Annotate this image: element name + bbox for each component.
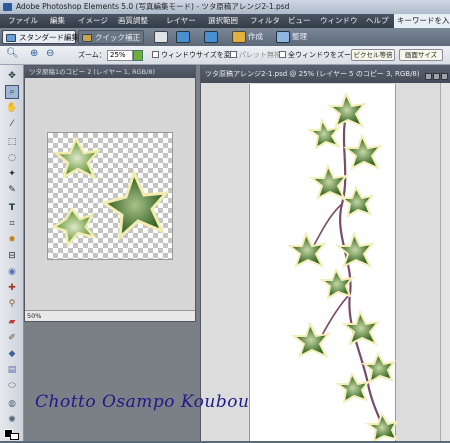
resize-windows-checkbox[interactable] (152, 51, 159, 58)
menu-filter[interactable]: フィルタ (242, 14, 280, 28)
mode-bar: スタンダード編集 クイック補正 作成 整理 (0, 28, 450, 46)
menu-help[interactable]: ヘルプ (358, 14, 389, 28)
vine-branch (311, 203, 351, 340)
menu-window[interactable]: ウィンドウ (312, 14, 358, 28)
document-left-tab[interactable]: ツタ原稿1のコピー 2 (レイヤー 1, RGB/8) (25, 66, 195, 78)
move-tool-icon[interactable]: ✥ (5, 69, 19, 83)
fit-screen-button[interactable]: 画面サイズ (399, 49, 443, 61)
menu-image[interactable]: イメージ (70, 14, 108, 28)
zoom-out-icon[interactable]: ⊖ (46, 48, 54, 59)
standard-edit-tab[interactable]: スタンダード編集 (2, 30, 79, 44)
zoom-tool-icon[interactable]: 🔍︎ (6, 48, 19, 59)
close-icon[interactable] (441, 73, 448, 80)
toolbox: ✥ ⌕ ✋ ⁄ ⬚ ◌ ✦ ✎ T ⌗ ✸ ⊟ ◉ ✚ ⚲ ▰ ✐ ◆ ▤ ⬭ … (0, 65, 24, 441)
ignore-palettes-checkbox[interactable] (230, 51, 237, 58)
ivy-vine-artwork (287, 91, 398, 443)
brush-icon[interactable]: ✐ (5, 331, 19, 345)
zoom-slider-arrow-icon[interactable] (133, 50, 143, 61)
keyword-search-box[interactable]: キーワードを入力 (394, 14, 450, 28)
menu-edit[interactable]: 編集 (42, 14, 65, 28)
document-window-right[interactable]: ツタ原稿アレンジ2-1.psd @ 25% (レイヤー 5 のコピー 3, RG… (200, 65, 450, 443)
zoom-in-icon[interactable]: ⊕ (30, 48, 38, 59)
window-title: Adobe Photoshop Elements 5.0 (写真編集モード) -… (16, 2, 290, 11)
document-right-tab[interactable]: ツタ原稿アレンジ2-1.psd @ 25% (レイヤー 5 のコピー 3, RG… (201, 65, 450, 83)
menu-bar: ファイル 編集 イメージ 画質調整 レイヤー 選択範囲 フィルタ ビュー ウィン… (0, 14, 450, 28)
paint-bucket-icon[interactable]: ◆ (5, 347, 19, 361)
create-icon[interactable] (232, 31, 246, 43)
standard-edit-label: スタンダード編集 (19, 33, 79, 42)
background-color-swatch[interactable] (10, 433, 19, 440)
ivy-leaf-top (52, 136, 102, 180)
red-eye-icon[interactable]: ◉ (5, 265, 19, 279)
eyedropper-icon[interactable]: ⁄ (5, 117, 19, 131)
share-icon[interactable] (176, 31, 190, 43)
quick-fix-icon (82, 34, 92, 42)
type-tool-icon[interactable]: T (5, 201, 19, 215)
document-page[interactable] (249, 84, 398, 443)
organize-icon[interactable] (276, 31, 290, 43)
window-controls (424, 69, 448, 80)
sponge-icon[interactable]: ✺ (5, 413, 19, 427)
tool-options-bar: 🔍︎ ⊕ ⊖ ズーム： 25% ウィンドウサイズを変更 パレット無視 全ウィンド… (0, 46, 450, 65)
work-area: ツタ原稿1のコピー 2 (レイヤー 1, RGB/8) 50% ツタ原稿アレンジ… (24, 65, 450, 443)
vine-leaves (287, 91, 398, 443)
resize-windows-label: ウィンドウサイズを変更 (161, 51, 238, 59)
menu-layer[interactable]: レイヤー (158, 14, 196, 28)
zoom-all-label: 全ウィンドウをズーム (288, 51, 358, 59)
ivy-leaf-large (100, 168, 170, 241)
straighten-icon[interactable]: ⊟ (5, 249, 19, 263)
zoom-input[interactable]: 25% (107, 50, 133, 61)
vertical-scrollbar[interactable] (440, 83, 450, 441)
zoom-all-checkbox[interactable] (279, 51, 286, 58)
zoom-tool-selected-icon[interactable]: ⌕ (5, 85, 19, 99)
ignore-palettes-label: パレット無視 (239, 51, 281, 59)
app-icon (3, 3, 12, 11)
minimize-icon[interactable] (425, 73, 432, 80)
document-window-left[interactable]: ツタ原稿1のコピー 2 (レイヤー 1, RGB/8) 50% (24, 65, 196, 322)
hand-tool-icon[interactable]: ✋ (5, 101, 19, 115)
print-icon[interactable] (154, 31, 168, 43)
actual-pixels-button[interactable]: ピクセル等倍 (351, 49, 395, 61)
menu-select[interactable]: 選択範囲 (200, 14, 238, 28)
menu-view[interactable]: ビュー (280, 14, 311, 28)
gradient-icon[interactable]: ▤ (5, 363, 19, 377)
magic-wand-icon[interactable]: ✦ (5, 167, 19, 181)
crop-tool-icon[interactable]: ⌗ (5, 217, 19, 231)
zoom-label: ズーム： (78, 51, 106, 59)
document-left-status[interactable]: 50% (25, 310, 195, 321)
blur-tool-icon[interactable]: ◍ (5, 397, 19, 411)
quick-fix-label: クイック補正 (95, 33, 140, 42)
transparent-canvas[interactable] (47, 132, 173, 260)
selection-brush-icon[interactable]: ✎ (5, 183, 19, 197)
clone-stamp-icon[interactable]: ⚲ (5, 297, 19, 311)
menu-enhance[interactable]: 画質調整 (110, 14, 148, 28)
eraser-icon[interactable]: ▰ (5, 315, 19, 329)
cookie-cutter-icon[interactable]: ✸ (5, 233, 19, 247)
leaf-cutouts-image (51, 136, 170, 248)
healing-brush-icon[interactable]: ✚ (5, 281, 19, 295)
maximize-icon[interactable] (433, 73, 440, 80)
document-right-title: ツタ原稿アレンジ2-1.psd @ 25% (レイヤー 5 のコピー 3, RG… (205, 70, 420, 78)
standard-edit-icon (6, 34, 16, 42)
watermark-signature: Chotto Osampo Koubou (35, 392, 250, 412)
quick-fix-tab[interactable]: クイック補正 (78, 30, 144, 44)
create-button[interactable]: 作成 (248, 31, 263, 43)
ivy-leaf-bottom-left (51, 206, 98, 248)
marquee-tool-icon[interactable]: ⬚ (5, 135, 19, 149)
title-bar: Adobe Photoshop Elements 5.0 (写真編集モード) -… (0, 0, 450, 14)
menu-file[interactable]: ファイル (0, 14, 38, 28)
shape-tool-icon[interactable]: ⬭ (5, 379, 19, 393)
organize-button[interactable]: 整理 (292, 31, 307, 43)
lasso-icon[interactable]: ◌ (5, 151, 19, 165)
order-prints-icon[interactable] (204, 31, 218, 43)
